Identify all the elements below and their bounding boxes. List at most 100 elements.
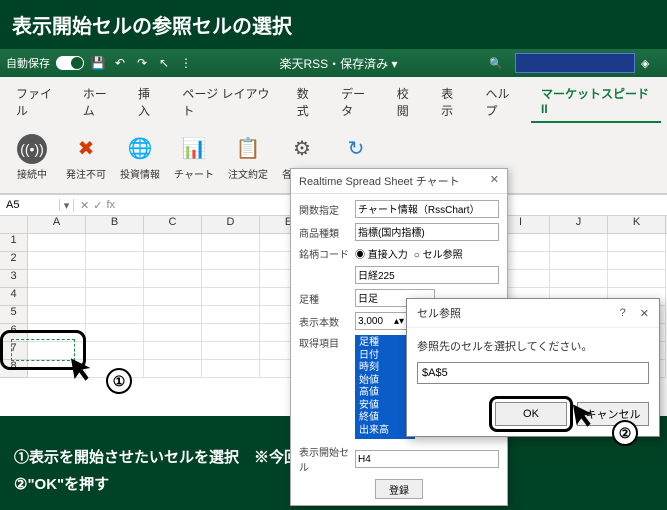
cell[interactable]: [86, 306, 144, 324]
tab-marketspeed[interactable]: マーケットスピード II: [531, 81, 661, 123]
cell[interactable]: [608, 234, 666, 252]
tab-insert[interactable]: 挿入: [128, 81, 170, 123]
globe-icon: 🌐: [125, 134, 155, 164]
cell[interactable]: [144, 306, 202, 324]
col-header[interactable]: B: [86, 216, 144, 233]
row-header[interactable]: 4: [0, 288, 28, 306]
list-item[interactable]: 足種: [359, 337, 411, 350]
cursor-icon[interactable]: ↖: [156, 55, 172, 71]
ok-button[interactable]: OK: [495, 402, 567, 426]
tab-view[interactable]: 表示: [431, 81, 473, 123]
name-box[interactable]: A5: [0, 199, 60, 211]
tab-file[interactable]: ファイル: [6, 81, 71, 123]
namebox-dropdown-icon[interactable]: ▾: [60, 199, 74, 212]
list-item[interactable]: 安値: [359, 400, 411, 413]
cell[interactable]: [28, 270, 86, 288]
cell[interactable]: [144, 234, 202, 252]
startcell-input[interactable]: [355, 450, 499, 468]
cell[interactable]: [202, 270, 260, 288]
cell[interactable]: [144, 324, 202, 342]
ribbon-orders[interactable]: 📋 注文約定: [222, 127, 274, 187]
redo-icon[interactable]: ↷: [134, 55, 150, 71]
undo-icon[interactable]: ↶: [112, 55, 128, 71]
tab-review[interactable]: 校閲: [387, 81, 429, 123]
list-item[interactable]: 日付: [359, 350, 411, 363]
cell[interactable]: [202, 306, 260, 324]
cancel-formula-icon[interactable]: ✕: [80, 199, 89, 212]
cell[interactable]: [608, 270, 666, 288]
ribbon-chart[interactable]: 📊 チャート: [168, 127, 220, 187]
cell[interactable]: [28, 306, 86, 324]
diamond-icon: ◈: [641, 57, 661, 70]
row-header[interactable]: 1: [0, 234, 28, 252]
titlebar: 自動保存 💾 ↶ ↷ ↖ ⋮ 楽天RSS・保存済み ▾ 🔍 ◈: [0, 49, 667, 77]
cell[interactable]: [86, 270, 144, 288]
cell[interactable]: [202, 234, 260, 252]
list-item[interactable]: 出来高: [359, 425, 411, 438]
cell[interactable]: [202, 288, 260, 306]
cell[interactable]: [550, 252, 608, 270]
cell[interactable]: [28, 252, 86, 270]
register-button[interactable]: 登録: [375, 479, 423, 499]
cell[interactable]: [608, 252, 666, 270]
cell[interactable]: [202, 342, 260, 360]
search-icon[interactable]: 🔍: [483, 53, 509, 73]
col-header[interactable]: K: [608, 216, 666, 233]
list-item[interactable]: 終値: [359, 412, 411, 425]
cell[interactable]: [202, 360, 260, 378]
help-icon[interactable]: ?: [620, 307, 626, 319]
cell[interactable]: [202, 324, 260, 342]
tab-home[interactable]: ホーム: [73, 81, 126, 123]
list-item[interactable]: 高値: [359, 387, 411, 400]
row-header[interactable]: 5: [0, 306, 28, 324]
col-header[interactable]: J: [550, 216, 608, 233]
cell[interactable]: [28, 288, 86, 306]
col-header[interactable]: A: [28, 216, 86, 233]
count-spinner[interactable]: 3,000▴▾: [355, 312, 407, 330]
tab-data[interactable]: データ: [331, 81, 385, 123]
fx-icon[interactable]: fx: [106, 199, 115, 212]
cell[interactable]: [86, 324, 144, 342]
col-header[interactable]: D: [202, 216, 260, 233]
cell[interactable]: [86, 288, 144, 306]
disabled-icon: ✖: [71, 134, 101, 164]
tab-help[interactable]: ヘルプ: [475, 81, 529, 123]
col-header[interactable]: C: [144, 216, 202, 233]
enter-formula-icon[interactable]: ✓: [93, 199, 102, 212]
touch-icon[interactable]: ⋮: [178, 55, 194, 71]
cell[interactable]: [550, 234, 608, 252]
close-icon[interactable]: ✕: [640, 307, 649, 320]
fn-label: 関数指定: [299, 202, 351, 217]
cell[interactable]: [144, 270, 202, 288]
cell[interactable]: [202, 252, 260, 270]
cell[interactable]: [144, 252, 202, 270]
radio-direct[interactable]: ◉ 直接入力: [355, 246, 408, 261]
radio-cellref[interactable]: ○ セル参照: [414, 246, 463, 261]
ribbon-order-disabled[interactable]: ✖ 発注不可: [60, 127, 112, 187]
save-icon[interactable]: 💾: [90, 55, 106, 71]
tab-formulas[interactable]: 数式: [287, 81, 329, 123]
list-item[interactable]: 時刻: [359, 362, 411, 375]
list-item[interactable]: 始値: [359, 375, 411, 388]
row-header[interactable]: 2: [0, 252, 28, 270]
ribbon-invest-info[interactable]: 🌐 投資情報: [114, 127, 166, 187]
cell[interactable]: [86, 234, 144, 252]
account-box[interactable]: [515, 53, 635, 73]
cell[interactable]: [28, 234, 86, 252]
cell[interactable]: [144, 342, 202, 360]
cell[interactable]: [144, 360, 202, 378]
select-all-corner[interactable]: [0, 216, 28, 233]
type-select[interactable]: 指標(国内指標): [355, 223, 499, 241]
cell[interactable]: [144, 288, 202, 306]
tab-pagelayout[interactable]: ページ レイアウト: [172, 81, 284, 123]
autosave-toggle[interactable]: [56, 56, 84, 70]
close-icon[interactable]: ✕: [490, 173, 499, 189]
cell[interactable]: [550, 270, 608, 288]
cellref-input[interactable]: [417, 362, 649, 384]
fn-select[interactable]: チャート情報（RssChart）: [355, 200, 499, 218]
row-header[interactable]: 3: [0, 270, 28, 288]
ribbon-connecting[interactable]: ((•)) 接続中: [6, 127, 58, 187]
dialog-title: Realtime Spread Sheet チャート: [299, 173, 460, 189]
cell[interactable]: [86, 252, 144, 270]
code-select[interactable]: 日経225: [355, 266, 499, 284]
